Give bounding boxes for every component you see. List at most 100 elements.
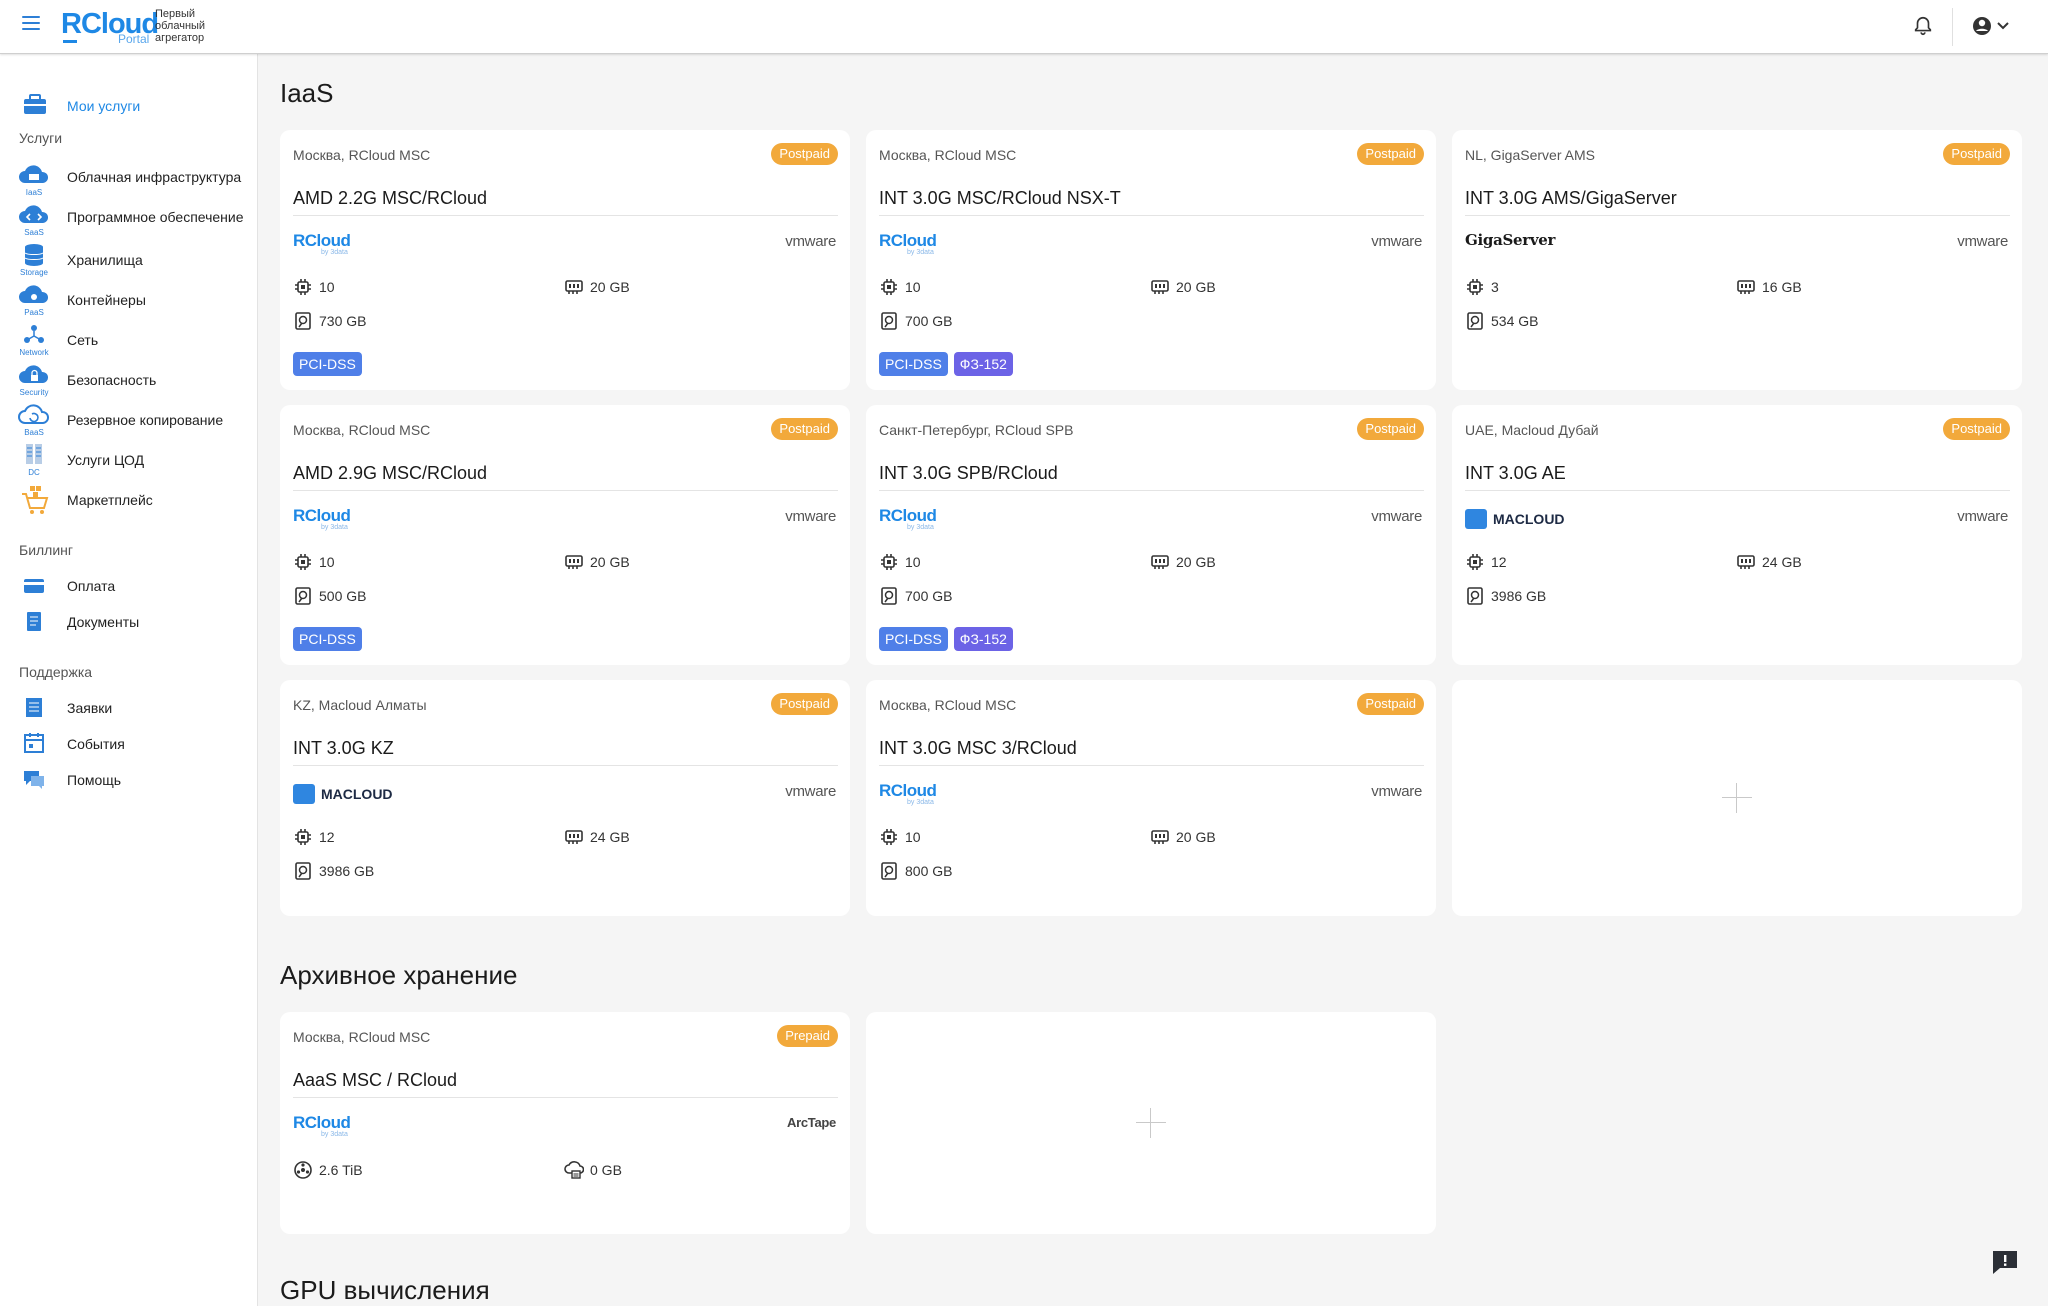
vmware-logo: vmware bbox=[1371, 233, 1422, 250]
card-tags: PCI-DSS bbox=[293, 352, 368, 376]
feedback-icon[interactable] bbox=[1991, 1249, 2019, 1275]
disk-spec: 3986 GB bbox=[293, 861, 374, 881]
cloud-saas-icon: SaaS bbox=[16, 202, 52, 238]
sidebar-item-events[interactable]: События bbox=[0, 726, 258, 762]
ram-icon bbox=[1737, 280, 1755, 294]
service-card[interactable]: UAE, Macloud Дубай Postpaid INT 3.0G AE MAC… bbox=[1452, 405, 2022, 665]
rcloud-provider-logo: RCloud by 3data bbox=[879, 781, 937, 806]
cpu-icon bbox=[295, 279, 311, 295]
rcloud-provider-logo: RCloud by 3data bbox=[293, 1113, 351, 1138]
cpu-spec: 10 bbox=[293, 277, 335, 297]
card-title: INT 3.0G MSC/RCloud NSX-T bbox=[879, 188, 1121, 208]
disk-icon bbox=[881, 862, 897, 880]
vmware-logo: vmware bbox=[785, 783, 836, 800]
card-tags: PCI-DSS ФЗ-152 bbox=[879, 352, 1019, 376]
add-archive-card[interactable] bbox=[866, 1012, 1436, 1234]
cpu-icon bbox=[881, 279, 897, 295]
card-location: Москва, RCloud MSC bbox=[293, 147, 431, 163]
billing-badge: Postpaid bbox=[771, 418, 838, 440]
cpu-icon bbox=[1467, 279, 1483, 295]
card-icon bbox=[24, 579, 44, 593]
service-card[interactable]: Москва, RCloud MSC Postpaid INT 3.0G MSC/R… bbox=[866, 130, 1436, 390]
sidebar-item-label: Заявки bbox=[67, 700, 113, 716]
sidebar-item-storage[interactable]: Storage Хранилища bbox=[0, 242, 258, 278]
section-title-gpu: GPU вычисления bbox=[280, 1275, 490, 1305]
sidebar-item-tickets[interactable]: Заявки bbox=[0, 690, 258, 726]
card-location: KZ, Macloud Алматы bbox=[293, 697, 427, 713]
billing-badge: Postpaid bbox=[1943, 418, 2010, 440]
cpu-spec: 12 bbox=[293, 827, 335, 847]
sidebar-section-support: Поддержка bbox=[19, 664, 93, 680]
billing-badge: Postpaid bbox=[771, 143, 838, 165]
compliance-tag: PCI-DSS bbox=[879, 352, 948, 376]
card-divider bbox=[1465, 215, 2010, 216]
ram-spec: 20 GB bbox=[1150, 827, 1216, 847]
service-card[interactable]: KZ, Macloud Алматы Postpaid INT 3.0G KZ MAC… bbox=[280, 680, 850, 916]
card-title: INT 3.0G SPB/RCloud bbox=[879, 463, 1058, 483]
sidebar-item-iaas[interactable]: IaaS Облачная инфраструктура bbox=[0, 162, 258, 198]
header-separator bbox=[1952, 8, 1953, 46]
events-icon bbox=[24, 733, 44, 753]
network-icon: Network bbox=[16, 322, 52, 358]
card-location: Москва, RCloud MSC bbox=[293, 422, 431, 438]
compliance-tag: PCI-DSS bbox=[293, 352, 362, 376]
sidebar-item-my-services[interactable]: Мои услуги bbox=[0, 88, 258, 124]
sidebar-item-payment[interactable]: Оплата bbox=[0, 568, 258, 604]
sidebar-item-backup[interactable]: BaaS Резервное копирование bbox=[0, 402, 258, 438]
card-title: INT 3.0G AE bbox=[1465, 463, 1566, 483]
sidebar-item-dc[interactable]: DC Услуги ЦОД bbox=[0, 442, 258, 478]
sidebar-section-billing: Биллинг bbox=[19, 542, 74, 558]
sidebar-item-security[interactable]: Security Безопасность bbox=[0, 362, 258, 398]
compliance-tag: PCI-DSS bbox=[879, 627, 948, 651]
billing-badge: Postpaid bbox=[1357, 693, 1424, 715]
card-location: Москва, RCloud MSC bbox=[879, 147, 1017, 163]
rcloud-provider-logo: RCloud by 3data bbox=[879, 506, 937, 531]
disk-spec: 700 GB bbox=[879, 311, 952, 331]
sidebar-item-saas[interactable]: SaaS Программное обеспечение bbox=[0, 202, 258, 238]
vmware-logo: vmware bbox=[785, 508, 836, 525]
card-divider bbox=[879, 215, 1424, 216]
sidebar-item-marketplace[interactable]: Маркетплейс bbox=[0, 482, 258, 518]
card-divider bbox=[293, 1097, 838, 1098]
cpu-spec: 10 bbox=[293, 552, 335, 572]
user-menu[interactable] bbox=[1970, 13, 2016, 39]
section-title-archive: Архивное хранение bbox=[280, 960, 518, 990]
service-card[interactable]: Санкт-Петербург, RCloud SPB Postpaid INT 3… bbox=[866, 405, 1436, 665]
disk-spec: 730 GB bbox=[293, 311, 366, 331]
logo-sub-text: Portal bbox=[118, 32, 150, 46]
archive-service-card[interactable]: Москва, RCloud MSC Prepaid AaaS MSC / RClo… bbox=[280, 1012, 850, 1234]
cpu-spec: 10 bbox=[879, 827, 921, 847]
cpu-spec: 12 bbox=[1465, 552, 1507, 572]
bell-icon[interactable] bbox=[1912, 14, 1934, 38]
card-title: INT 3.0G AMS/GigaServer bbox=[1465, 188, 1677, 208]
service-card[interactable]: Москва, RCloud MSC Postpaid INT 3.0G MSC 3… bbox=[866, 680, 1436, 916]
cart-icon bbox=[22, 486, 49, 514]
service-card[interactable]: Москва, RCloud MSC Postpaid AMD 2.2G MSC/R… bbox=[280, 130, 850, 390]
menu-icon[interactable] bbox=[22, 16, 40, 32]
sidebar-item-label: Мои услуги bbox=[67, 98, 141, 114]
security-icon: Security bbox=[16, 362, 52, 398]
cache-spec: 0 GB bbox=[564, 1160, 622, 1180]
disk-spec: 800 GB bbox=[879, 861, 952, 881]
plus-icon bbox=[1722, 783, 1752, 813]
sidebar-item-help[interactable]: Помощь bbox=[0, 762, 258, 798]
tape-icon bbox=[294, 1161, 312, 1179]
service-card[interactable]: Москва, RCloud MSC Postpaid AMD 2.9G MSC/R… bbox=[280, 405, 850, 665]
ram-icon bbox=[565, 830, 583, 844]
sidebar-item-network[interactable]: Network Сеть bbox=[0, 322, 258, 358]
cpu-spec: 10 bbox=[879, 552, 921, 572]
vmware-logo: vmware bbox=[1371, 508, 1422, 525]
sidebar-item-label: Сеть bbox=[67, 332, 99, 348]
sidebar-item-label: Безопасность bbox=[67, 372, 157, 388]
sidebar-section-services: Услуги bbox=[19, 130, 63, 146]
backup-icon: BaaS bbox=[16, 402, 52, 438]
sidebar-item-paas[interactable]: PaaS Контейнеры bbox=[0, 282, 258, 318]
sidebar-item-documents[interactable]: Документы bbox=[0, 604, 258, 640]
add-service-card[interactable] bbox=[1452, 680, 2022, 916]
document-icon bbox=[27, 612, 41, 631]
ram-spec: 24 GB bbox=[564, 827, 630, 847]
service-card[interactable]: NL, GigaServer AMS Postpaid INT 3.0G AMS/G… bbox=[1452, 130, 2022, 390]
card-location: Санкт-Петербург, RCloud SPB bbox=[879, 422, 1074, 438]
sidebar-item-label: Программное обеспечение bbox=[67, 209, 244, 225]
disk-icon bbox=[295, 862, 311, 880]
